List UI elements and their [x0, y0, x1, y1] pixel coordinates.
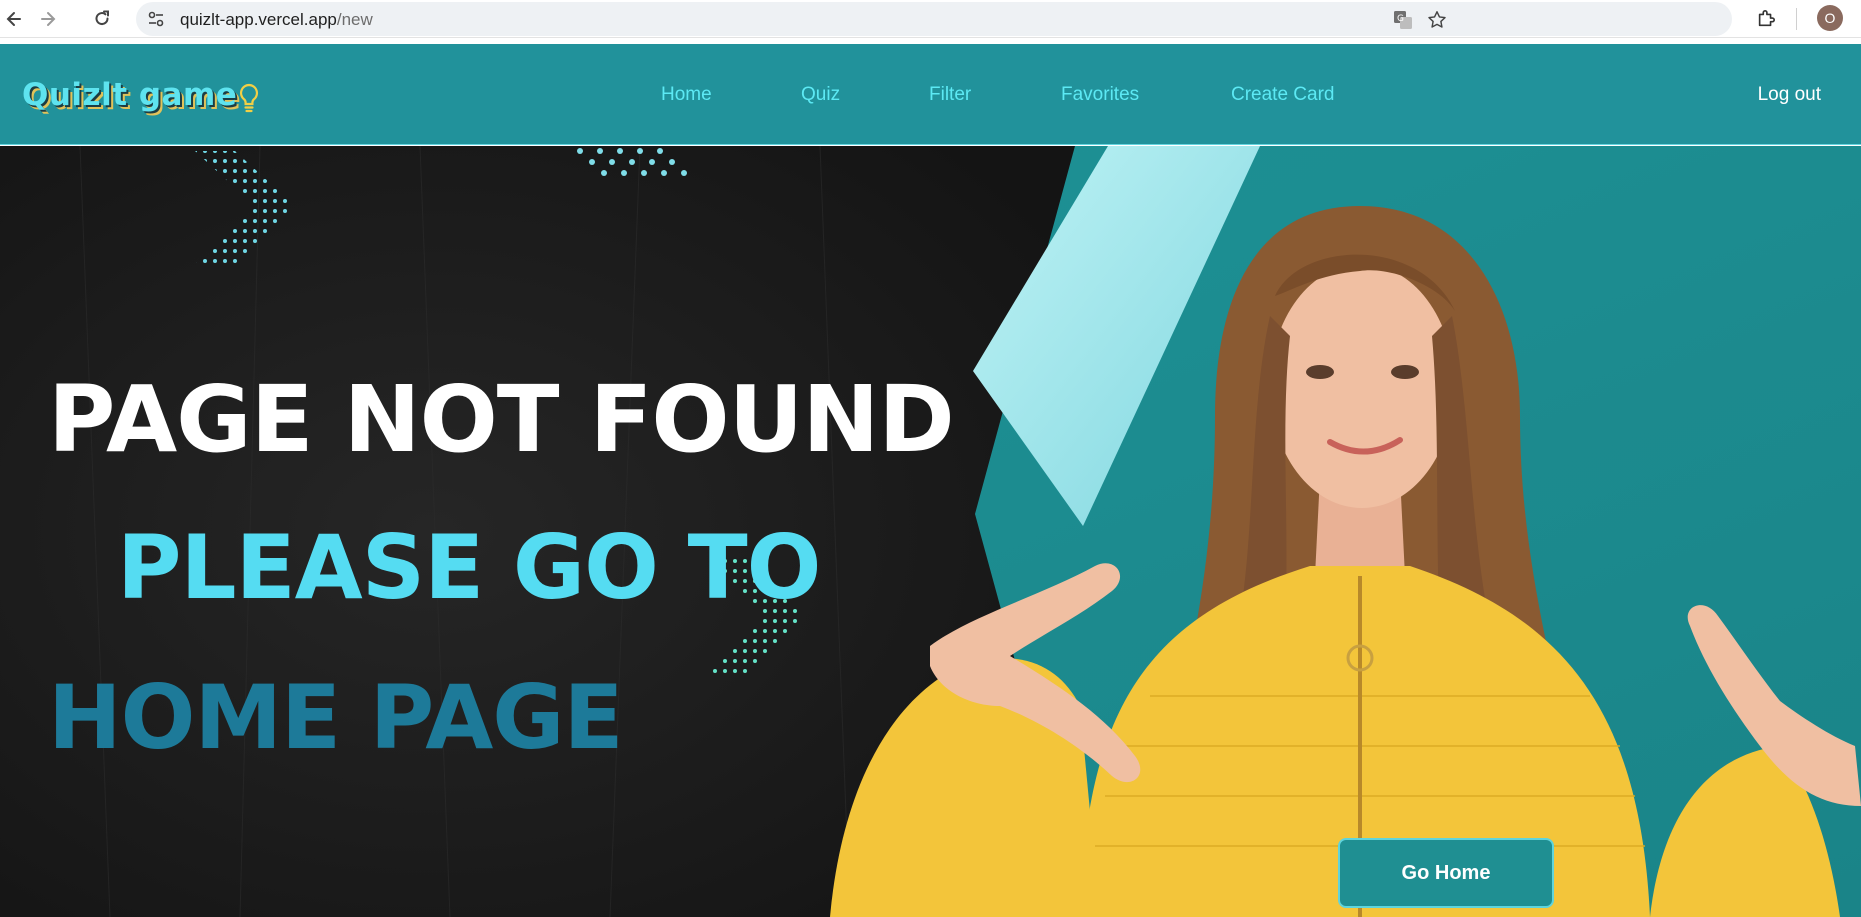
- translate-icon[interactable]: G: [1392, 9, 1414, 31]
- please-go-to-heading: PLEASE GO TO: [117, 516, 821, 619]
- url-text[interactable]: quizlt-app.vercel.app/new: [180, 10, 373, 30]
- browser-toolbar: quizlt-app.vercel.app/new G O: [0, 0, 1861, 38]
- reload-icon[interactable]: [88, 5, 116, 33]
- page-not-found-heading: PAGE NOT FOUND: [48, 366, 955, 473]
- profile-avatar[interactable]: O: [1817, 5, 1843, 31]
- profile-initial: O: [1824, 10, 1836, 26]
- url-path: /new: [336, 10, 373, 29]
- extensions-icon[interactable]: [1752, 5, 1780, 33]
- nav-home[interactable]: Home: [661, 84, 712, 106]
- svg-text:G: G: [1397, 14, 1404, 24]
- back-icon[interactable]: [0, 5, 28, 33]
- home-page-heading: HOME PAGE: [48, 666, 624, 769]
- nav-links: Home Quiz Filter Favorites Create Card: [0, 44, 1861, 144]
- nav-create-card[interactable]: Create Card: [1231, 84, 1335, 106]
- nav-filter[interactable]: Filter: [929, 84, 971, 106]
- url-host: quizlt-app.vercel.app: [180, 10, 337, 29]
- nav-quiz[interactable]: Quiz: [801, 84, 840, 106]
- address-bar[interactable]: quizlt-app.vercel.app/new G: [136, 2, 1732, 36]
- nav-favorites[interactable]: Favorites: [1061, 84, 1139, 106]
- app-navbar: Quizlt game Home Quiz Filter Favorites C…: [0, 44, 1861, 145]
- toolbar-divider: [1796, 8, 1797, 30]
- forward-icon[interactable]: [34, 5, 62, 33]
- go-home-button[interactable]: Go Home: [1338, 838, 1554, 908]
- bookmark-star-icon[interactable]: [1426, 9, 1448, 31]
- not-found-banner: PAGE NOT FOUND PLEASE GO TO HOME PAGE Go…: [0, 146, 1861, 917]
- site-settings-icon[interactable]: [146, 9, 166, 29]
- logout-link[interactable]: Log out: [1758, 84, 1821, 106]
